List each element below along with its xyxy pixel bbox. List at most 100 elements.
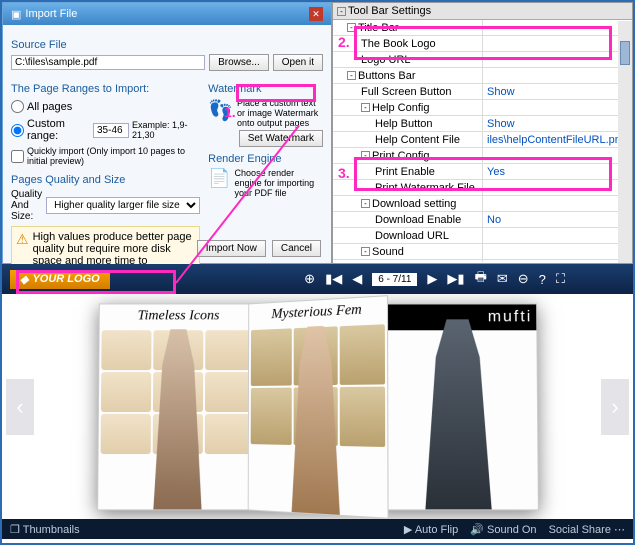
tree-value[interactable] [483,20,632,35]
tree-label: The Book Logo [333,36,483,51]
page-indicator[interactable]: 6 - 7/11 [372,273,417,286]
tree-row[interactable]: -Buttons Bar [333,68,632,84]
tree-value[interactable] [483,244,632,259]
tree-value[interactable] [483,68,632,83]
viewer-toolbar: ◆ YOUR LOGO ⊕ ▮◀ ◀ 6 - 7/11 ▶ ▶▮ 🖶 ✉ ⊖ ?… [2,264,633,294]
page-left-button[interactable]: ‹ [6,379,34,435]
open-it-button[interactable]: Open it [273,54,323,71]
flipbook-page-left[interactable]: Timeless Icons [97,303,258,510]
tree-label: Print Watermark File [333,180,483,195]
toggle-icon[interactable]: - [361,151,370,160]
render-engine-icon[interactable]: 📄 [208,168,230,189]
tree-label: Download Enable [333,212,483,227]
tree-value[interactable] [483,196,632,211]
watermark-icon: 👣 [208,98,233,123]
source-file-input[interactable] [11,55,205,70]
flipbook-viewer: ◆ YOUR LOGO ⊕ ▮◀ ◀ 6 - 7/11 ▶ ▶▮ 🖶 ✉ ⊖ ?… [2,264,633,539]
tree-row[interactable]: Logo URL [333,52,632,68]
tree-value[interactable]: Enable [483,260,632,262]
zoom-in-icon[interactable]: ⊕ [304,271,315,287]
tree-header[interactable]: - Tool Bar Settings [333,3,632,20]
tree-value[interactable] [483,148,632,163]
tree-row[interactable]: Help ButtonShow [333,116,632,132]
toggle-icon[interactable]: - [361,199,370,208]
browse-button[interactable]: Browse... [209,54,269,71]
tree-label: Help Button [333,116,483,131]
email-icon[interactable]: ✉ [497,271,508,287]
flipbook-stage: ‹ › Timeless Icons Mysterious Fem mufti [2,294,633,519]
dialog-titlebar[interactable]: ▣ Import File ✕ [3,3,331,25]
tree-value[interactable]: No [483,212,632,227]
tree-row[interactable]: Enable SoundEnable [333,260,632,262]
render-engine-label: Render Engine [208,153,323,165]
settings-tree: - Tool Bar Settings -Title BarThe Book L… [332,2,633,264]
viewer-bottombar: ❐ Thumbnails ▶ Auto Flip 🔊 Sound On Soci… [2,519,633,539]
watermark-label: Watermark [208,83,323,95]
tree-label: -Sound [333,244,483,259]
tree-row[interactable]: Download URL [333,228,632,244]
tree-row[interactable]: Print Watermark File [333,180,632,196]
tree-row[interactable]: -Help Config [333,100,632,116]
tree-value[interactable]: Show [483,84,632,99]
tree-row[interactable]: -Title Bar [333,20,632,36]
help-icon[interactable]: ? [539,272,546,287]
sound-button[interactable]: 🔊 Sound On [470,523,536,536]
social-share-button[interactable]: Social Share ⋯ [549,523,625,536]
flipbook-page-turning[interactable]: Mysterious Fem [247,295,388,519]
tree-value[interactable]: Yes [483,164,632,179]
zoom-out-icon[interactable]: ⊖ [518,271,529,287]
print-icon[interactable]: 🖶 [475,268,487,290]
tree-row[interactable]: -Print Config [333,148,632,164]
last-page-icon[interactable]: ▶▮ [447,271,464,287]
toggle-icon[interactable]: - [361,103,370,112]
cancel-button[interactable]: Cancel [272,240,321,257]
range-input[interactable] [93,123,129,138]
quickly-import-checkbox[interactable]: Quickly import (Only import 10 pages to … [11,146,200,166]
import-now-button[interactable]: Import Now [197,240,266,257]
set-watermark-button[interactable]: Set Watermark [239,130,323,147]
tree-value[interactable] [483,228,632,243]
toggle-icon[interactable]: - [361,247,370,256]
tree-row[interactable]: Help Content Fileiles\helpContentFileURL… [333,132,632,148]
tree-row[interactable]: The Book Logo [333,36,632,52]
tree-value[interactable] [483,36,632,51]
tree-row[interactable]: Full Screen ButtonShow [333,84,632,100]
tree-row[interactable]: -Download setting [333,196,632,212]
tree-label: Help Content File [333,132,483,147]
close-icon[interactable]: ✕ [309,7,323,21]
custom-range-radio[interactable]: Custom range: Example: 1,9-21,30 [11,118,200,142]
tree-row[interactable]: Download EnableNo [333,212,632,228]
tree-label: Enable Sound [333,260,483,262]
tree-value[interactable]: iles\helpContentFileURL.png ··· [483,132,632,147]
first-page-icon[interactable]: ▮◀ [325,271,342,287]
page-heading: Timeless Icons [99,304,257,328]
toggle-icon[interactable]: - [347,23,356,32]
next-page-icon[interactable]: ▶ [427,271,437,287]
tree-row[interactable]: Print EnableYes [333,164,632,180]
all-pages-radio[interactable]: All pages [11,100,72,113]
prev-page-icon[interactable]: ◀ [352,271,362,287]
tree-value[interactable] [483,100,632,115]
thumbnails-button[interactable]: ❐ Thumbnails [10,523,80,536]
file-icon: ▣ [11,8,21,21]
page-right-button[interactable]: › [601,379,629,435]
quality-select[interactable]: Higher quality larger file size [46,197,200,214]
tree-value[interactable]: Show [483,116,632,131]
tree-label: -Help Config [333,100,483,115]
tree-label: Full Screen Button [333,84,483,99]
auto-flip-button[interactable]: ▶ Auto Flip [404,523,458,536]
tree-value[interactable] [483,180,632,195]
tree-value[interactable] [483,52,632,67]
book-logo[interactable]: ◆ YOUR LOGO [10,270,110,289]
fullscreen-icon[interactable]: ⛶ [556,271,565,287]
scrollbar-thumb[interactable] [620,41,630,65]
flipbook-page-right[interactable]: mufti [377,303,538,510]
tree-label: Print Enable [333,164,483,179]
tree-label: -Print Config [333,148,483,163]
collapse-icon[interactable]: - [337,7,346,16]
vertical-scrollbar[interactable] [618,21,632,263]
logo-icon: ◆ [20,273,28,286]
toggle-icon[interactable]: - [347,71,356,80]
dialog-title: Import File [25,8,77,20]
tree-row[interactable]: -Sound [333,244,632,260]
